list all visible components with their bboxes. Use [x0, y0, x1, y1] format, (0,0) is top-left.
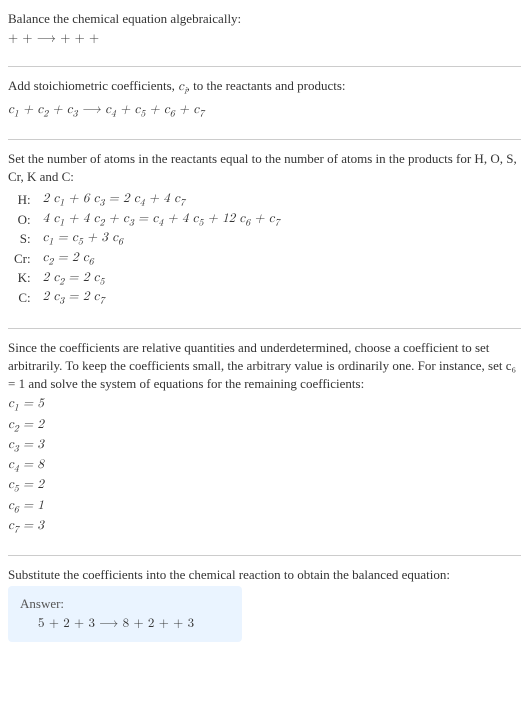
element-equation: c1 = c5 + 3 c6 — [37, 229, 286, 249]
coefficient-item: c5 = 2 — [8, 476, 521, 496]
coefficient-item: c1 = 5 — [8, 395, 521, 415]
element-label: H: — [8, 190, 37, 210]
element-equation: 4 c1 + 4 c2 + c3 = c4 + 4 c5 + 12 c6 + c… — [37, 210, 286, 230]
divider-2 — [8, 139, 521, 140]
substitute-text: Substitute the coefficients into the che… — [8, 566, 521, 584]
answer-box: Answer: 5 + 2 + 3 ⟶ 8 + 2 + + 3 — [8, 586, 242, 642]
coefficient-item: c4 = 8 — [8, 456, 521, 476]
answer-equation: 5 + 2 + 3 ⟶ 8 + 2 + + 3 — [20, 616, 230, 632]
section-balance-intro: Balance the chemical equation algebraica… — [8, 10, 521, 56]
solve-text: Since the coefficients are relative quan… — [8, 339, 521, 394]
table-row: K:2 c2 = 2 c5 — [8, 269, 285, 289]
element-label: C: — [8, 288, 37, 308]
stoich-text-b: , to the reactants and products: — [187, 78, 346, 93]
balance-line-2: + + ⟶ + + + — [8, 30, 521, 48]
coefficient-item: c6 = 1 — [8, 497, 521, 517]
section-solve: Since the coefficients are relative quan… — [8, 339, 521, 545]
element-equation: 2 c2 = 2 c5 — [37, 269, 286, 289]
table-row: H:2 c1 + 6 c3 = 2 c4 + 4 c7 — [8, 190, 285, 210]
atom-eq-intro: Set the number of atoms in the reactants… — [8, 150, 521, 186]
table-row: C:2 c3 = 2 c7 — [8, 288, 285, 308]
answer-label: Answer: — [20, 596, 230, 612]
section-atom-equations: Set the number of atoms in the reactants… — [8, 150, 521, 318]
element-label: O: — [8, 210, 37, 230]
coefficient-item: c3 = 3 — [8, 436, 521, 456]
atom-equations-table: H:2 c1 + 6 c3 = 2 c4 + 4 c7O:4 c1 + 4 c2… — [8, 190, 285, 308]
stoich-text-a: Add stoichiometric coefficients, — [8, 78, 178, 93]
element-equation: 2 c1 + 6 c3 = 2 c4 + 4 c7 — [37, 190, 286, 210]
table-row: O:4 c1 + 4 c2 + c3 = c4 + 4 c5 + 12 c6 +… — [8, 210, 285, 230]
element-equation: 2 c3 = 2 c7 — [37, 288, 286, 308]
element-equation: c2 = 2 c6 — [37, 249, 286, 269]
section-stoich: Add stoichiometric coefficients, ci, to … — [8, 77, 521, 128]
coefficient-list: c1 = 5c2 = 2c3 = 3c4 = 8c5 = 2c6 = 1c7 =… — [8, 395, 521, 537]
element-label: S: — [8, 229, 37, 249]
table-row: Cr:c2 = 2 c6 — [8, 249, 285, 269]
coefficient-item: c2 = 2 — [8, 416, 521, 436]
stoich-equation: c1 + c2 + c3 ⟶ c4 + c5 + c6 + c7 — [8, 101, 521, 121]
balance-line-1: Balance the chemical equation algebraica… — [8, 10, 521, 28]
table-row: S:c1 = c5 + 3 c6 — [8, 229, 285, 249]
stoich-text: Add stoichiometric coefficients, ci, to … — [8, 77, 521, 98]
element-label: K: — [8, 269, 37, 289]
divider-4 — [8, 555, 521, 556]
divider-1 — [8, 66, 521, 67]
coefficient-item: c7 = 3 — [8, 517, 521, 537]
divider-3 — [8, 328, 521, 329]
section-substitute: Substitute the coefficients into the che… — [8, 566, 521, 648]
element-label: Cr: — [8, 249, 37, 269]
